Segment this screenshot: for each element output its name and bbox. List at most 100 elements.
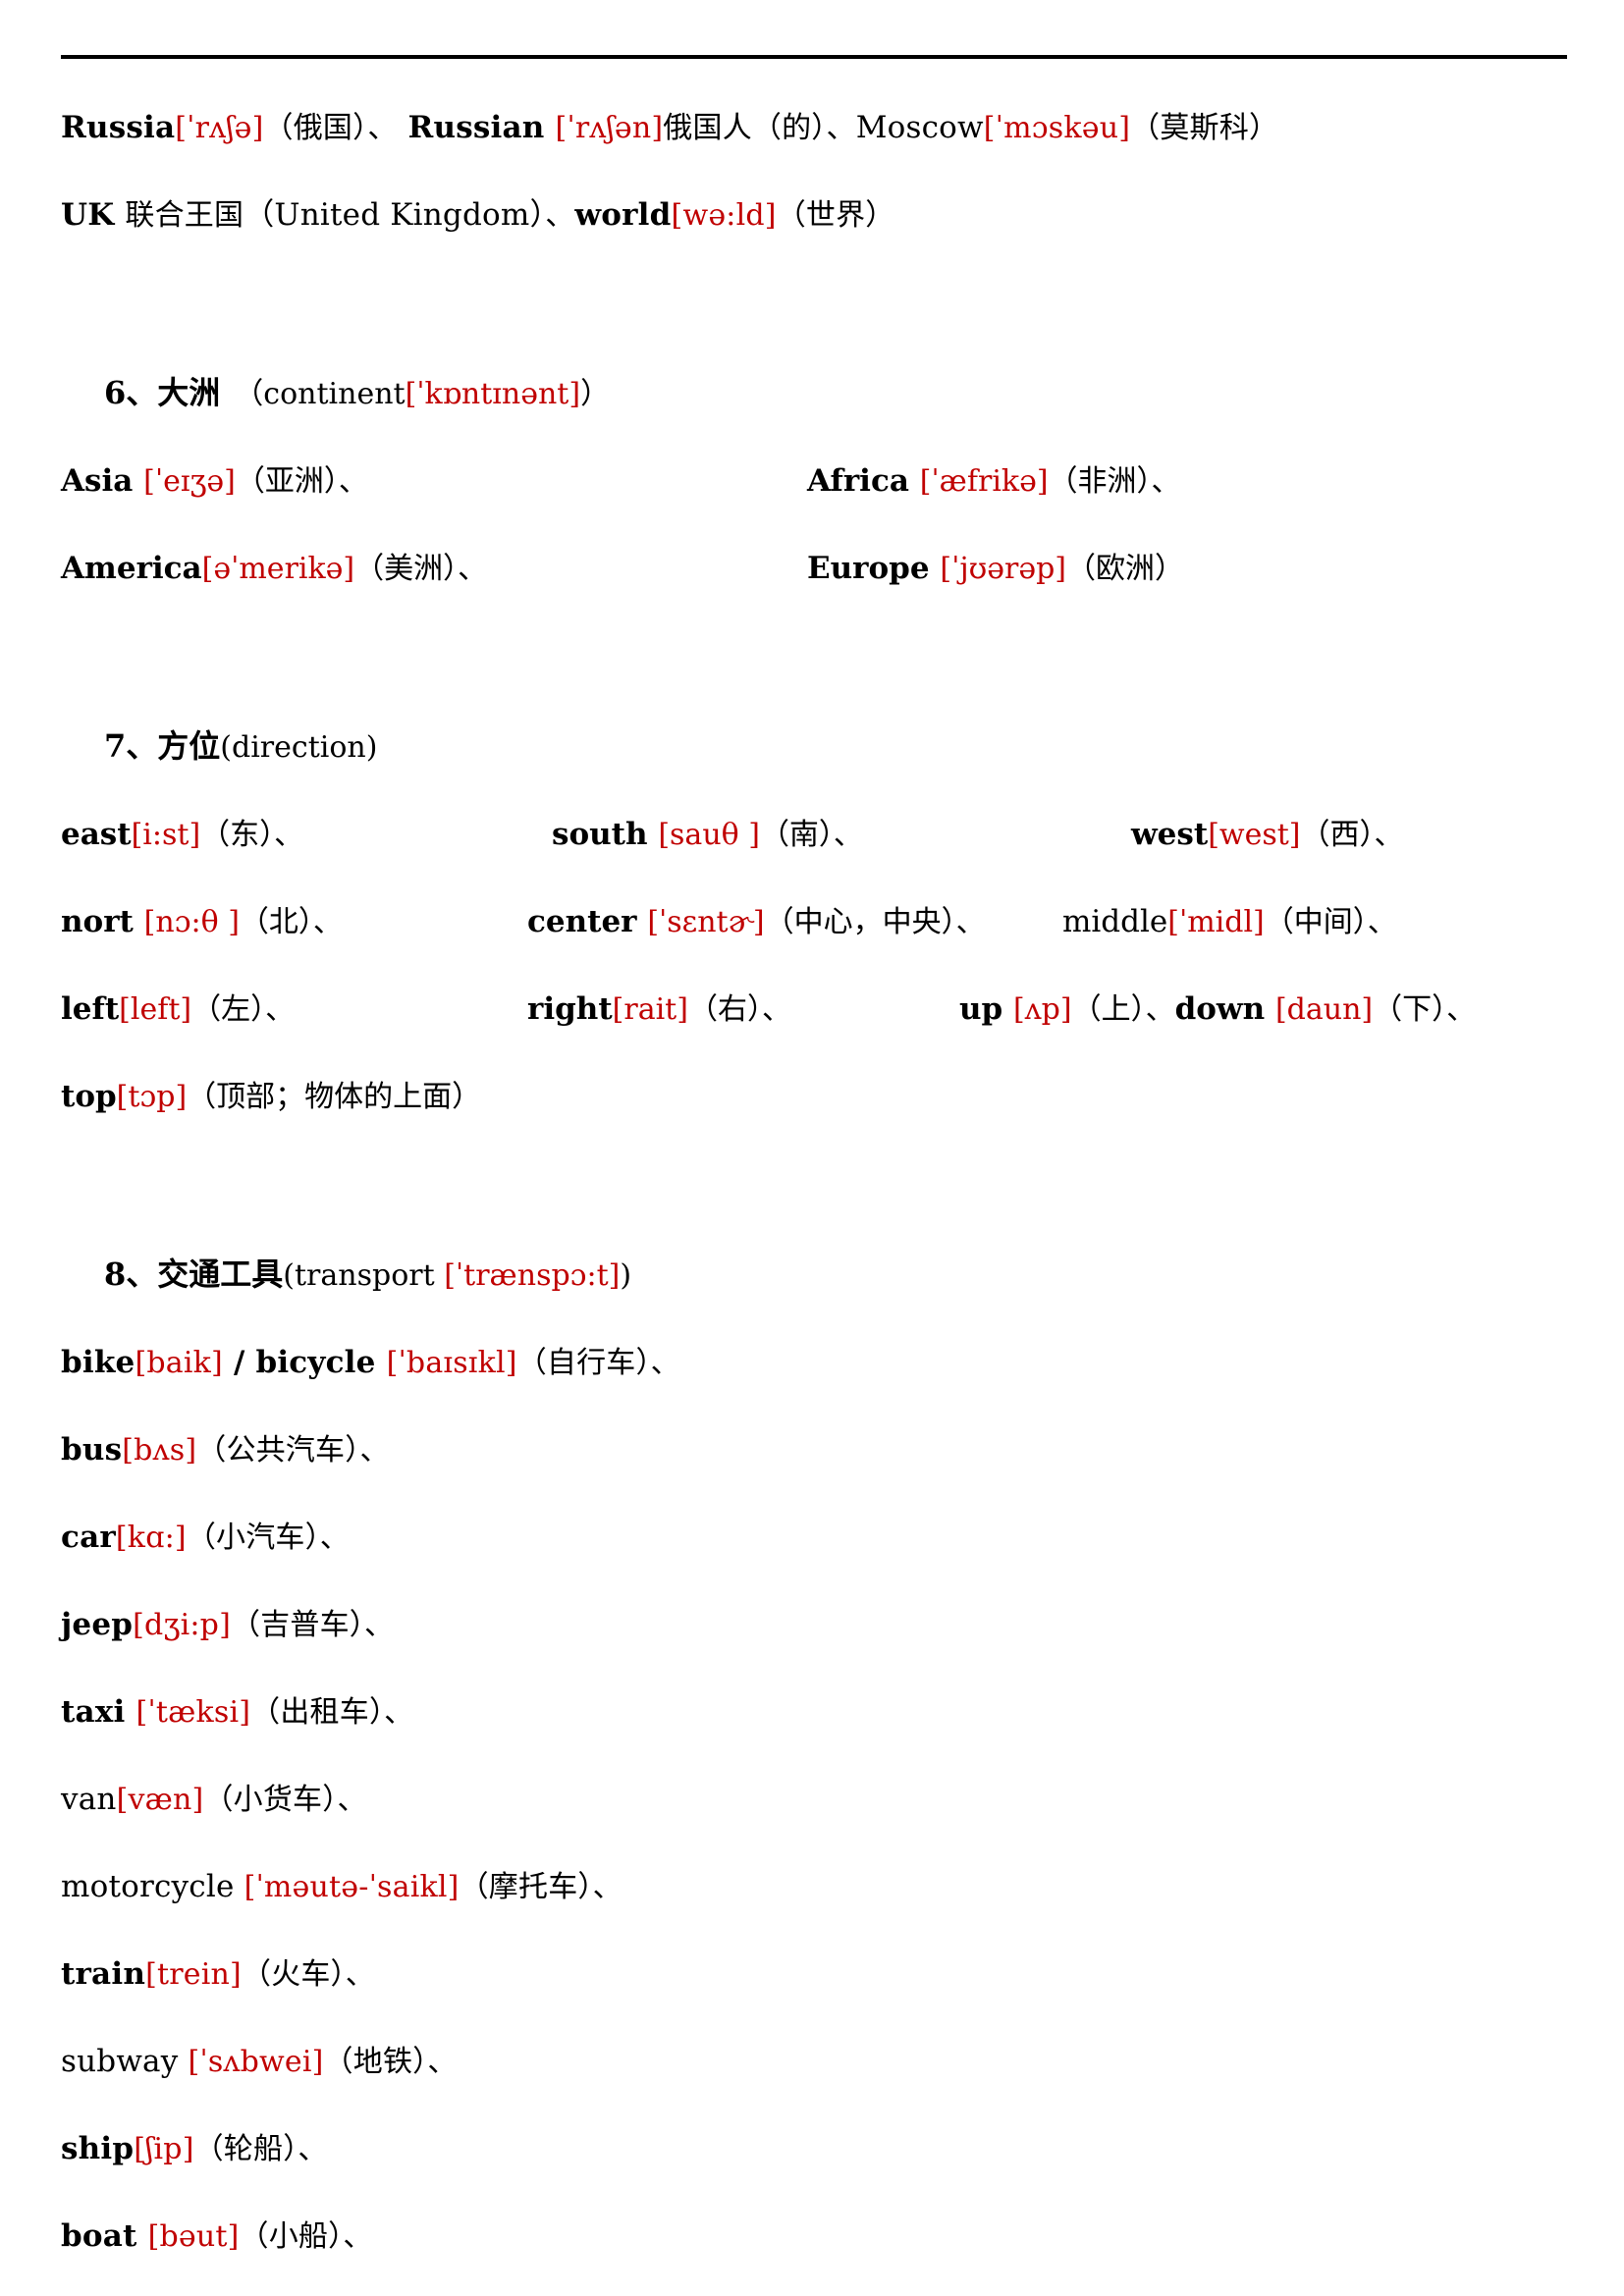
header-rule — [61, 55, 1567, 59]
english-word-text: ship — [61, 2131, 135, 2166]
english-word-text: taxi — [61, 1694, 136, 1730]
text-line-car: car[kɑ:]（小汽车）、 — [61, 1494, 1567, 1581]
chinese-gloss-text: 俄国人（的）、 — [663, 111, 856, 145]
english-word-text: （United Kingdom） — [244, 197, 546, 233]
section-transport: 8、交通工具(transport [ˈtrænspɔ:t]) bike[baik… — [61, 1231, 1567, 2280]
phonetic-text: [ˈsʌbwei] — [188, 2045, 324, 2079]
chinese-gloss-text: （俄国）、 — [263, 111, 398, 145]
text-line-boat: boat [bəut]（小船）、 — [61, 2193, 1567, 2280]
continent-cell-africa: Africa [ˈæfrikə]（非洲）、 — [807, 438, 1181, 525]
continent-row-2: America[əˈmerikə]（美洲）、 Europe [ˈjʊərəp]（欧… — [61, 525, 1567, 613]
phonetic-text: [sauθ ] — [658, 818, 760, 852]
chinese-gloss-text: （亚洲）、 — [235, 464, 368, 499]
text-line-bus: bus[bʌs]（公共汽车）、 — [61, 1407, 1567, 1494]
phonetic-text: [ˈeɪʒə] — [143, 464, 236, 499]
chinese-gloss-text: （美洲）、 — [354, 552, 488, 586]
continent-cell-asia: Asia [ˈeɪʒə]（亚洲）、 — [61, 438, 807, 525]
document-page: Russia[ˈrʌʃə]（俄国）、 Russian [ˈrʌʃən]俄国人（的… — [0, 0, 1624, 2296]
chinese-gloss-text: （小汽车）、 — [186, 1521, 351, 1555]
phonetic-text: [tɔp] — [116, 1080, 188, 1114]
english-word-text: Russian — [397, 110, 556, 145]
phonetic-text: [bʌs] — [122, 1433, 197, 1468]
direction-cell-center: center [ˈsɛntɚ]（中心，中央）、 — [527, 879, 1062, 966]
chinese-gloss-text: （中间）、 — [1264, 905, 1397, 939]
direction-cell-west: west[west]（西）、 — [1131, 791, 1403, 879]
section-continents: 6、大洲 （continent[ˈkɒntɪnənt]） Asia [ˈeɪʒə]… — [61, 349, 1567, 613]
phonetic-text: [ˈməutə-ˈsaikl] — [244, 1870, 460, 1904]
english-word-text: left — [61, 991, 120, 1027]
chinese-gloss-text: 、 — [545, 198, 575, 233]
english-word-text: south — [552, 817, 659, 852]
chinese-gloss-text: （南）、 — [759, 818, 863, 852]
heading-transport: 8、交通工具(transport [ˈtrænspɔ:t]) — [61, 1231, 1567, 1319]
chinese-gloss-text: （右）、 — [687, 992, 791, 1027]
chinese-gloss-text: （世界） — [776, 198, 895, 233]
chinese-gloss-text: （公共汽车）、 — [196, 1433, 390, 1468]
english-word-text: jeep — [61, 1607, 134, 1642]
chinese-gloss-text: （西）、 — [1300, 818, 1404, 852]
continent-cell-europe: Europe [ˈjʊərəp]（欧洲） — [807, 525, 1184, 613]
phonetic-text: [dʒi:p] — [133, 1608, 231, 1642]
phonetic-text: [daun] — [1274, 992, 1374, 1027]
chinese-gloss-text: （摩托车）、 — [459, 1870, 623, 1904]
phonetic-text: [ˈmɔskəu] — [983, 111, 1131, 145]
english-word-text: east — [61, 817, 132, 852]
text-line-taxi: taxi [ˈtæksi]（出租车）、 — [61, 1669, 1567, 1756]
chinese-gloss-text: （自行车）、 — [516, 1346, 680, 1380]
chinese-gloss-text: （小船）、 — [239, 2219, 373, 2254]
english-word-text: Russia — [61, 110, 176, 145]
phonetic-text: [ˈæfrikə] — [919, 464, 1049, 499]
direction-cell-updown: up [ʌp]（上）、down [daun]（下）、 — [959, 966, 1476, 1053]
text-line-bike: bike[baik] / bicycle [ˈbaɪsɪkl]（自行车）、 — [61, 1319, 1567, 1407]
phonetic-text: [ˈrʌʃən] — [555, 111, 664, 145]
english-word-text: bus — [61, 1432, 123, 1468]
phonetic-text: [bəut] — [147, 2219, 240, 2254]
heading-title-en: （continent — [234, 377, 406, 411]
phonetic-text: [west] — [1208, 818, 1301, 852]
phonetic-text: [væn] — [116, 1783, 204, 1817]
chinese-gloss-text: 联合王国 — [125, 198, 244, 233]
direction-cell-top: top[tɔp]（顶部；物体的上面） — [61, 1053, 481, 1141]
english-word-text: subway — [61, 2044, 189, 2079]
english-word-text: Africa — [807, 463, 920, 499]
section-directions: 7、方位(direction) east[i:st]（东）、 south [sau… — [61, 703, 1567, 1141]
phonetic-text: [ˈjʊərəp] — [940, 552, 1066, 586]
chinese-gloss-text: （非洲）、 — [1048, 464, 1181, 499]
phonetic-text: [trein] — [145, 1957, 242, 1992]
english-word-text: middle — [1062, 904, 1168, 939]
text-line-russia: Russia[ˈrʌʃə]（俄国）、 Russian [ˈrʌʃən]俄国人（的… — [61, 84, 1567, 172]
english-word-text: nort — [61, 904, 144, 939]
direction-row-4: top[tɔp]（顶部；物体的上面） — [61, 1053, 1567, 1141]
section-countries-continued: Russia[ˈrʌʃə]（俄国）、 Russian [ˈrʌʃən]俄国人（的… — [61, 84, 1567, 259]
english-word-text: right — [527, 991, 613, 1027]
heading-title-cn: 方位 — [157, 727, 221, 765]
text-line-van: van[væn]（小货车）、 — [61, 1756, 1567, 1843]
english-word-text: center — [527, 904, 648, 939]
english-word-text: west — [1131, 817, 1209, 852]
heading-continents: 6、大洲 （continent[ˈkɒntɪnənt]） — [61, 349, 1567, 438]
text-line-subway: subway [ˈsʌbwei]（地铁）、 — [61, 2018, 1567, 2106]
chinese-gloss-text: （莫斯科） — [1130, 111, 1279, 145]
phonetic-text: [əˈmerikə] — [201, 552, 355, 586]
text-line-uk: UK 联合王国（United Kingdom）、world[wə:ld]（世界） — [61, 172, 1567, 259]
phonetic-text: [ʃip] — [134, 2132, 194, 2166]
direction-row-1: east[i:st]（东）、 south [sauθ ]（南）、 west[west… — [61, 791, 1567, 879]
chinese-gloss-text: （吉普车）、 — [231, 1608, 395, 1642]
english-word-text: world — [574, 197, 672, 233]
phonetic-text: [ʌp] — [1013, 992, 1072, 1027]
continent-row-1: Asia [ˈeɪʒə]（亚洲）、 Africa [ˈæfrikə]（非洲）、 — [61, 438, 1567, 525]
chinese-gloss-text: （下）、 — [1373, 992, 1477, 1027]
phonetic-text: [nɔ:θ ] — [143, 905, 240, 939]
heading-title-close: ） — [580, 377, 611, 411]
phonetic-text: [ˈtæksi] — [135, 1695, 251, 1730]
continent-cell-america: America[əˈmerikə]（美洲）、 — [61, 525, 807, 613]
heading-title-cn: 大洲 — [157, 374, 221, 411]
phonetic-text: [rait] — [612, 992, 688, 1027]
chinese-gloss-text: （顶部；物体的上面） — [187, 1080, 482, 1114]
chinese-gloss-text: （欧洲） — [1066, 552, 1184, 586]
phonetic-text: [ˈrʌʃə] — [175, 111, 264, 145]
english-word-text: Europe — [807, 551, 941, 586]
english-word-text: / bicycle — [222, 1345, 387, 1380]
